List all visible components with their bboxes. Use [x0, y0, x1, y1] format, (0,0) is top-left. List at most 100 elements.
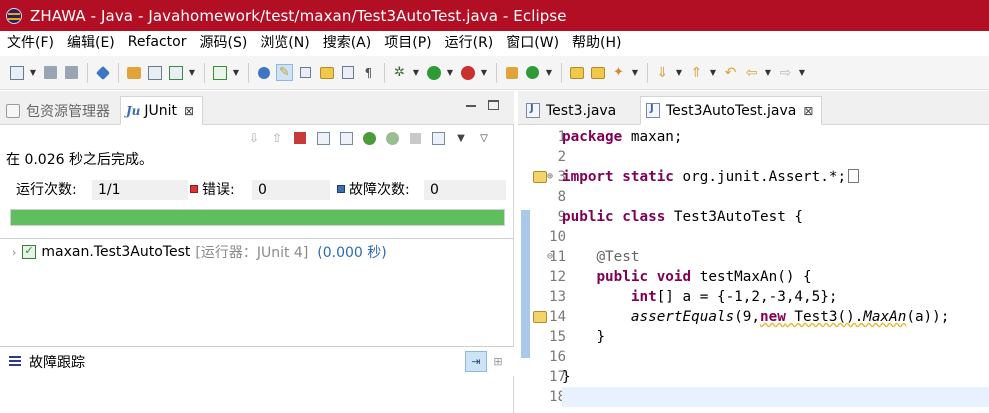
- errors-label-group: 错误:: [190, 180, 235, 200]
- forward-icon[interactable]: ⇨: [777, 64, 794, 81]
- chevron-right-icon[interactable]: ›: [12, 246, 16, 259]
- show-failures-only-icon[interactable]: [292, 130, 308, 146]
- rerun-failed-first-icon[interactable]: [384, 130, 400, 146]
- layout-icon[interactable]: [338, 130, 354, 146]
- failures-label-group: 故障次数:: [337, 180, 410, 200]
- menu-refactor[interactable]: Refactor: [121, 34, 193, 50]
- debug-dropdown-icon[interactable]: ▼: [412, 64, 420, 81]
- run-icon[interactable]: [425, 64, 442, 81]
- run-dropdown-icon[interactable]: ▼: [446, 64, 454, 81]
- tab-junit[interactable]: Ju JUnit ⊠: [120, 96, 204, 125]
- stop-icon[interactable]: [407, 130, 423, 146]
- menu-navigate[interactable]: 浏览(N): [253, 32, 315, 52]
- menu-run[interactable]: 运行(R): [438, 32, 500, 52]
- title-bar: ZHAWA - Java - Javahomework/test/maxan/T…: [0, 0, 989, 31]
- runs-value: 1/1: [92, 180, 188, 200]
- view-menu-icon[interactable]: ▽: [476, 130, 492, 146]
- maximize-icon[interactable]: [488, 100, 499, 110]
- previous-annotation-icon[interactable]: ⇑: [688, 64, 705, 81]
- toolbar-separator: [561, 62, 562, 83]
- skip-breakpoints-icon[interactable]: [94, 64, 111, 81]
- forward-dropdown-icon[interactable]: ▼: [798, 64, 806, 81]
- window-title: ZHAWA - Java - Javahomework/test/maxan/T…: [30, 6, 567, 25]
- rerun-test-icon[interactable]: [361, 130, 377, 146]
- block-selection-icon[interactable]: [297, 64, 314, 81]
- fold-expand-icon[interactable]: ⊕: [547, 167, 553, 187]
- failures-label: 故障次数:: [349, 182, 410, 198]
- search-dropdown-icon[interactable]: ▼: [631, 64, 639, 81]
- menu-source[interactable]: 源码(S): [193, 32, 254, 52]
- new-class-dropdown-icon[interactable]: ▼: [545, 64, 553, 81]
- save-icon[interactable]: [42, 64, 59, 81]
- close-icon[interactable]: ⊠: [803, 104, 813, 118]
- back-dropdown-icon[interactable]: ▼: [764, 64, 772, 81]
- line-number: 2: [557, 149, 566, 165]
- debug-icon[interactable]: ✲: [391, 64, 408, 81]
- code-line: public class Test3AutoTest {: [562, 209, 804, 225]
- menu-file[interactable]: 文件(F): [0, 32, 60, 52]
- last-edit-icon[interactable]: ↶: [722, 64, 739, 81]
- paragraph-icon[interactable]: ¶: [360, 64, 377, 81]
- ruler-highlight: [521, 210, 530, 358]
- overview-ruler[interactable]: [520, 127, 531, 413]
- filter-stack-trace-icon[interactable]: ⇥: [465, 351, 487, 372]
- toolbar-separator: [118, 62, 119, 83]
- search-icon[interactable]: ✦: [610, 64, 627, 81]
- failure-trace-title: 故障跟踪: [29, 355, 85, 371]
- task-dropdown-icon[interactable]: ▼: [188, 64, 196, 81]
- new-java-class-icon[interactable]: [211, 64, 228, 81]
- build-icon[interactable]: [125, 64, 142, 81]
- junit-icon: Ju: [126, 103, 141, 118]
- minimize-icon[interactable]: [466, 105, 476, 107]
- runs-label: 运行次数:: [16, 182, 77, 198]
- tab-test3autotest-java[interactable]: Test3AutoTest.java ⊠: [640, 96, 823, 125]
- warning-marker-icon[interactable]: [533, 171, 547, 183]
- main-toolbar: ▼ ▼ ▼ ✎ ¶ ✲ ▼ ▼ ▼ ▼ ✦ ▼ ⇓ ▼ ⇑ ▼ ↶ ⇦ ▼ ⇨ …: [0, 56, 989, 90]
- test-suite-passed-icon: [22, 244, 37, 259]
- left-tab-row: 包资源管理器 Ju JUnit ⊠: [0, 91, 514, 125]
- previous-failure-icon[interactable]: ⇧: [269, 130, 285, 146]
- code-line: }: [596, 329, 606, 345]
- tab-package-explorer[interactable]: 包资源管理器: [6, 97, 110, 125]
- back-icon[interactable]: ⇦: [743, 64, 760, 81]
- menu-help[interactable]: 帮助(H): [565, 32, 627, 52]
- new-class-icon[interactable]: [524, 64, 541, 81]
- next-annotation-icon[interactable]: ⇓: [654, 64, 671, 81]
- collapsed-imports-icon[interactable]: [848, 169, 860, 183]
- new-package-icon[interactable]: [503, 64, 520, 81]
- task-icon[interactable]: [167, 64, 184, 81]
- test-tree-row[interactable]: › maxan.Test3AutoTest [运行器：JUnit 4] (0.0…: [8, 242, 387, 262]
- new-dropdown-icon[interactable]: ▼: [29, 64, 37, 81]
- word-wrap-icon[interactable]: [318, 64, 335, 81]
- build-all-icon[interactable]: [146, 64, 163, 81]
- test-run-history-icon[interactable]: [430, 130, 446, 146]
- scroll-lock-icon[interactable]: [315, 130, 331, 146]
- menu-search[interactable]: 搜索(A): [316, 32, 378, 52]
- open-folder-icon[interactable]: [568, 64, 585, 81]
- next-failure-icon[interactable]: ⇩: [246, 130, 262, 146]
- compare-results-icon[interactable]: ⊞: [490, 353, 506, 369]
- code-line: }: [562, 369, 571, 385]
- save-all-icon[interactable]: [63, 64, 80, 81]
- open-project-icon[interactable]: [589, 64, 606, 81]
- next-annotation-dropdown-icon[interactable]: ▼: [675, 64, 683, 81]
- menu-project[interactable]: 项目(P): [377, 32, 437, 52]
- external-tools-icon[interactable]: [459, 64, 476, 81]
- java-file-icon: [526, 103, 540, 118]
- external-tools-dropdown-icon[interactable]: ▼: [480, 64, 488, 81]
- menu-edit[interactable]: 编辑(E): [60, 32, 121, 52]
- line-number: 8: [557, 189, 566, 205]
- close-icon[interactable]: ⊠: [184, 104, 194, 118]
- new-icon[interactable]: [8, 64, 25, 81]
- tab-test3-java[interactable]: Test3.java: [521, 96, 624, 125]
- code-line: assertEquals(9,new Test3().MaxAn(a));: [630, 309, 950, 325]
- warning-marker-icon[interactable]: [533, 311, 547, 323]
- mark-occurrences-icon[interactable]: ✎: [276, 64, 293, 81]
- show-whitespace-icon[interactable]: [339, 64, 356, 81]
- history-dropdown-icon[interactable]: ▼: [453, 130, 469, 146]
- tab-package-explorer-label: 包资源管理器: [26, 104, 110, 120]
- open-type-icon[interactable]: [255, 64, 272, 81]
- new-java-dropdown-icon[interactable]: ▼: [232, 64, 240, 81]
- previous-annotation-dropdown-icon[interactable]: ▼: [709, 64, 717, 81]
- menu-window[interactable]: 窗口(W): [499, 32, 565, 52]
